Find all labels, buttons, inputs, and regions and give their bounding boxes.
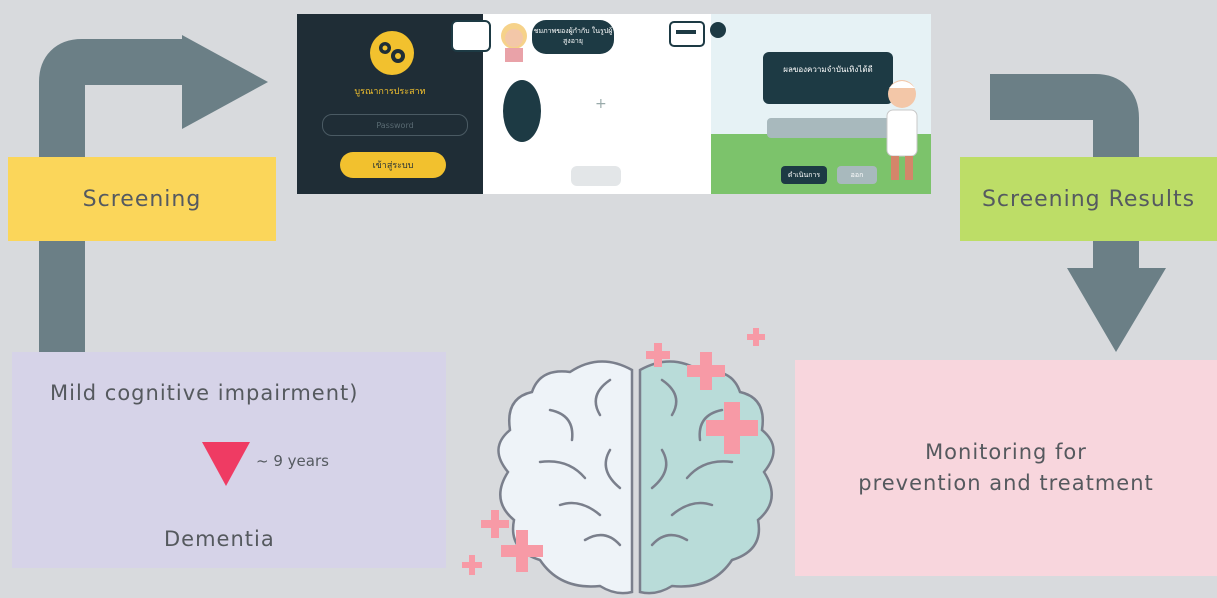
monitoring-line-2: prevention and treatment (858, 471, 1154, 495)
screening-label: Screening (8, 157, 276, 241)
app-screenshots: บูรณาการประสาท Password เข้าสู่ระบบ ชมภา… (297, 14, 931, 194)
screening-results-label: Screening Results (960, 157, 1217, 241)
login-button[interactable]: เข้าสู่ระบบ (340, 152, 446, 178)
brain-illustration (462, 328, 775, 595)
results-arrowhead (1067, 268, 1166, 352)
result-message: ผลของความจำบันเทิงได้ดี (763, 52, 893, 104)
nav-arrows[interactable] (571, 166, 621, 186)
elder-avatar-icon (501, 23, 527, 62)
monitoring-box: Monitoring for prevention and treatment (795, 360, 1217, 576)
doctor-character-icon (886, 80, 918, 180)
brain-gear-logo-icon (370, 31, 414, 75)
result-bar (767, 118, 891, 138)
mci-box: Mild cognitive impairment) ~ 9 years Dem… (12, 352, 446, 568)
plus-icon: + (595, 96, 607, 112)
password-input[interactable]: Password (322, 114, 468, 136)
phone-card-icon (669, 21, 726, 47)
interval-label: ~ 9 years (256, 452, 329, 470)
continue-button[interactable]: ดำเนินการ (781, 166, 827, 184)
result-screen: ผลของความจำบันเทิงได้ดี ดำเนินการ ออก (451, 14, 931, 194)
login-title: บูรณาการประสาท (354, 87, 426, 97)
decline-triangle-icon (202, 442, 250, 486)
screening-arrowhead (182, 35, 268, 129)
answer-oval (503, 80, 541, 142)
close-button[interactable]: ออก (837, 166, 877, 184)
monitoring-line-1: Monitoring for (925, 440, 1087, 464)
card-icon (451, 20, 491, 52)
speech-bubble: ชมภาพของผู้กำกับ ในรูปผู้สูงอายุ (532, 20, 614, 54)
mci-title: Mild cognitive impairment) (50, 381, 359, 405)
dementia-label: Dementia (164, 527, 275, 551)
